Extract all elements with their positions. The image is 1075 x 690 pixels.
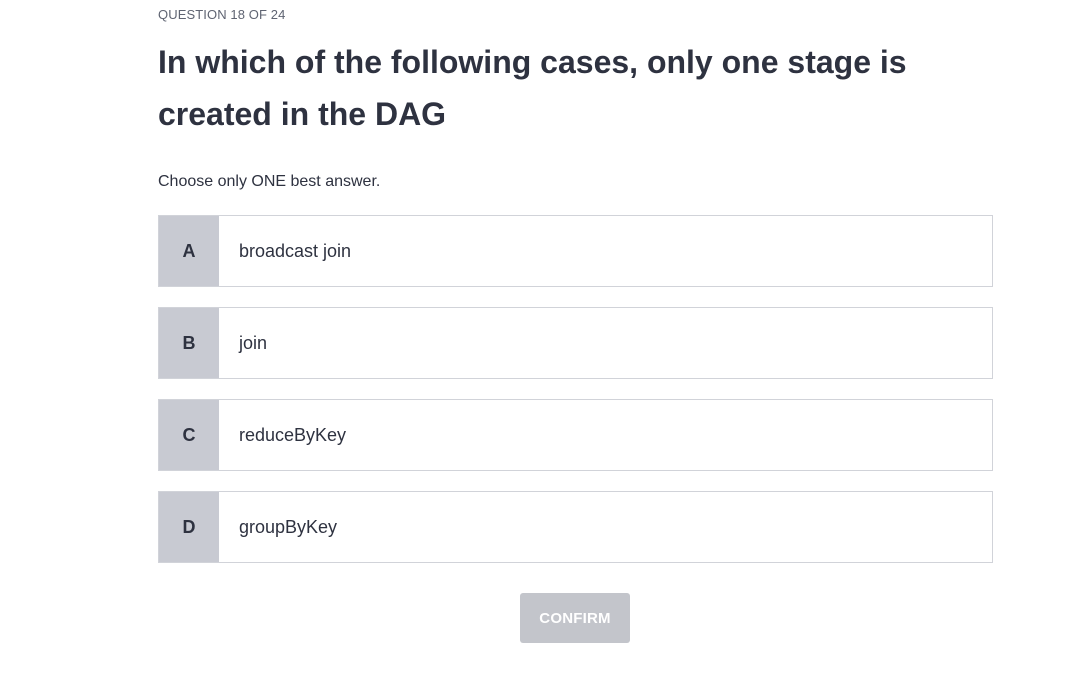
option-d[interactable]: D groupByKey xyxy=(158,491,993,563)
option-letter: C xyxy=(159,400,219,470)
option-text: broadcast join xyxy=(239,240,352,261)
answer-instruction: Choose only ONE best answer. xyxy=(158,173,381,190)
option-text: join xyxy=(239,332,268,353)
question-counter: QUESTION 18 OF 24 xyxy=(158,7,286,22)
confirm-button[interactable]: CONFIRM xyxy=(520,593,630,643)
option-letter: B xyxy=(159,308,219,378)
option-letter: A xyxy=(159,216,219,286)
option-text: reduceByKey xyxy=(239,424,347,445)
question-title: In which of the following cases, only on… xyxy=(158,44,907,132)
option-c[interactable]: C reduceByKey xyxy=(158,399,993,471)
option-a[interactable]: A broadcast join xyxy=(158,215,993,287)
quiz-page: QUESTION 18 OF 24 In which of the follow… xyxy=(0,0,1075,690)
option-b[interactable]: B join xyxy=(158,307,993,379)
answer-options: A broadcast join B join C reduceByKey D … xyxy=(158,215,993,583)
option-letter: D xyxy=(159,492,219,562)
option-text: groupByKey xyxy=(239,516,338,537)
